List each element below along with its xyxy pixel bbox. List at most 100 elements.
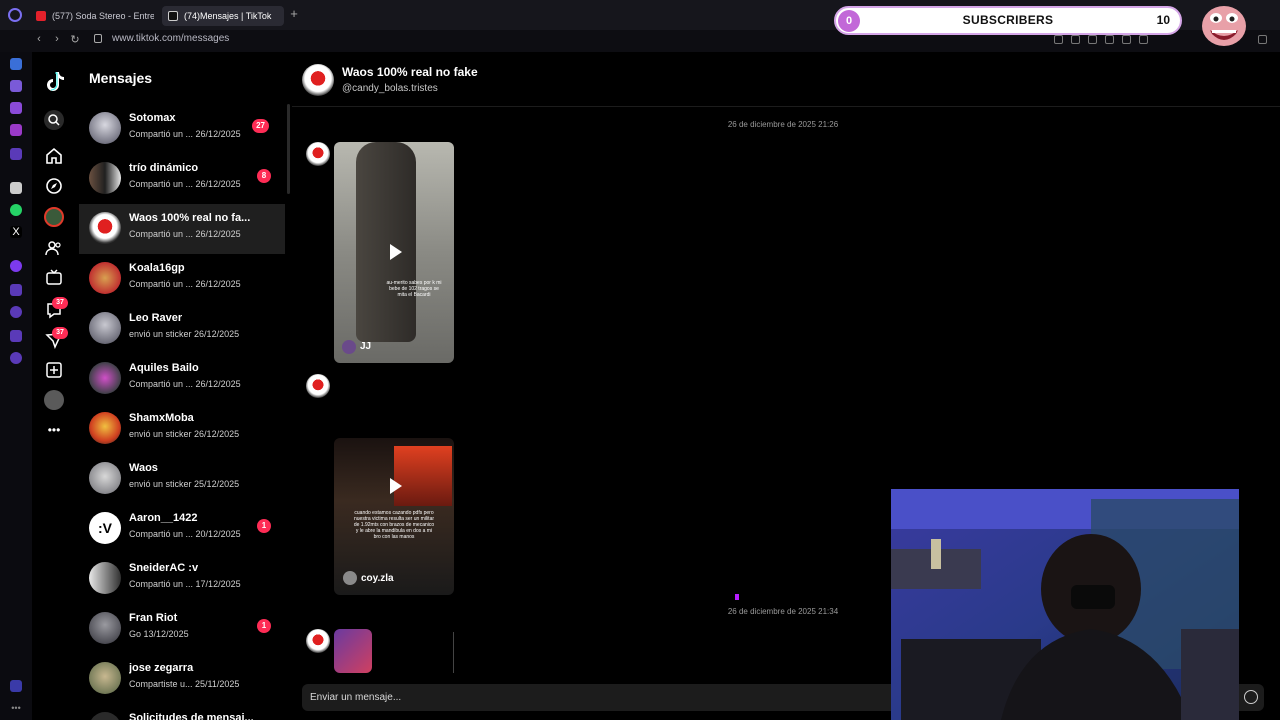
more-icon[interactable]: ••• (44, 420, 64, 440)
extension-icon[interactable] (10, 102, 22, 114)
conversation-item[interactable]: SneiderAC :v Compartió un ... 17/12/2025 (79, 554, 285, 604)
emoji-icon[interactable] (1244, 690, 1258, 704)
tab-label: (74)Mensajes | TikTok (184, 11, 272, 21)
settings-icon[interactable] (10, 352, 22, 364)
conversation-name: ShamxMoba (129, 412, 194, 424)
shared-video-card[interactable]: au-merito sabes por k mi bebe de 102 tra… (334, 142, 454, 363)
conversation-list: Mensajes Sotomax Compartió un ... 26/12/… (79, 52, 287, 720)
conversation-item[interactable]: jose zegarra Compartiste u... 25/11/2025 (79, 654, 285, 704)
tiktok-nav: 37 37 ••• (32, 52, 78, 720)
play-icon[interactable] (390, 244, 402, 260)
search-icon[interactable] (44, 110, 64, 130)
menu-icon[interactable] (1258, 35, 1267, 44)
conversation-preview: Compartió un ... 17/12/2025 (129, 579, 241, 589)
tiktok-logo-icon[interactable] (44, 70, 66, 92)
tab-youtube[interactable]: (577) Soda Stereo - Entre (30, 6, 154, 26)
cube-icon[interactable] (10, 330, 22, 342)
conversation-preview: Compartió un ... 20/12/2025 (129, 529, 241, 539)
home-icon[interactable] (44, 146, 64, 166)
conversation-item-active[interactable]: Waos 100% real no fa... Compartió un ...… (79, 204, 285, 254)
conversation-preview: envió un sticker 26/12/2025 (129, 329, 240, 339)
new-tab-button[interactable]: + (288, 7, 300, 20)
conversation-item[interactable]: trío dinámico Compartió un ... 26/12/202… (79, 154, 285, 204)
conversation-item[interactable]: Koala16gp Compartió un ... 26/12/2025 (79, 254, 285, 304)
avatar (89, 612, 121, 644)
notification-badge: 37 (52, 297, 68, 309)
sender-avatar (306, 629, 330, 653)
shared-media-thumbnail[interactable] (334, 629, 372, 673)
url-field[interactable]: www.tiktok.com/messages (112, 33, 229, 44)
conversation-name: trío dinámico (129, 162, 199, 174)
author-avatar (343, 571, 357, 585)
extension-icon[interactable] (1088, 35, 1097, 44)
conversation-preview: Compartió un ... 26/12/2025 (129, 179, 241, 189)
pin-icon[interactable] (10, 284, 22, 296)
friends-icon[interactable] (44, 238, 64, 258)
conversation-item[interactable]: :V Aaron__1422 Compartió un ... 20/12/20… (79, 504, 285, 554)
conversation-preview: envió un sticker 26/12/2025 (129, 429, 240, 439)
conversation-item[interactable]: Aquiles Bailo Compartió un ... 26/12/202… (79, 354, 285, 404)
reload-icon[interactable]: ↻ (68, 33, 82, 46)
conversation-name: Sotomax (129, 112, 176, 124)
scrollbar[interactable] (287, 104, 290, 194)
whatsapp-icon[interactable] (10, 204, 22, 216)
chat-title[interactable]: Waos 100% real no fake (342, 65, 478, 79)
extension-icon[interactable] (10, 80, 22, 92)
tab-tiktok-messages[interactable]: (74)Mensajes | TikTok (162, 6, 284, 26)
profile-avatar-icon[interactable] (44, 390, 64, 410)
extension-icon[interactable] (10, 58, 22, 70)
video-caption: au-merito sabes por k mi bebe de 102 tra… (386, 280, 442, 298)
conversation-name: Waos (129, 462, 158, 474)
shared-video-card[interactable]: cuando estamos cazando pdfs pero nuestra… (334, 438, 454, 595)
x-icon[interactable]: X (10, 226, 22, 238)
video-caption: cuando estamos cazando pdfs pero nuestra… (353, 510, 435, 540)
extension-icon[interactable] (1105, 35, 1114, 44)
mouse-cursor (735, 594, 739, 600)
conversation-item[interactable]: ShamxMoba envió un sticker 26/12/2025 (79, 404, 285, 454)
avatar (89, 212, 121, 244)
conversation-item-requests[interactable]: Solicitudes de mensaj... (79, 704, 285, 720)
message-input[interactable] (310, 684, 870, 711)
back-icon[interactable]: ‹ (32, 33, 46, 45)
forward-icon[interactable]: › (50, 33, 64, 45)
conversation-name: Aaron__1422 (129, 512, 198, 524)
chat-handle[interactable]: @candy_bolas.tristes (342, 83, 438, 94)
conversation-item[interactable]: Sotomax Compartió un ... 26/12/2025 27 (79, 104, 285, 154)
conversation-preview: envió un sticker 25/12/2025 (129, 479, 240, 489)
extension-icon[interactable] (1071, 35, 1080, 44)
avatar (89, 412, 121, 444)
avatar (89, 662, 121, 694)
play-icon[interactable] (390, 478, 402, 494)
following-avatar-icon[interactable] (44, 207, 64, 227)
message-timestamp: 26 de diciembre de 2025 21:26 (727, 120, 839, 129)
explore-icon[interactable] (44, 176, 64, 196)
conversation-item[interactable]: Waos envió un sticker 25/12/2025 (79, 454, 285, 504)
avatar (89, 362, 121, 394)
live-icon[interactable] (44, 268, 64, 288)
notification-badge: 37 (52, 327, 68, 339)
tab-label: (577) Soda Stereo - Entre (52, 11, 154, 21)
avatar (89, 312, 121, 344)
unread-badge: 1 (257, 519, 271, 533)
conversation-item[interactable]: Leo Raver envió un sticker 26/12/2025 (79, 304, 285, 354)
extension-icon[interactable] (1122, 35, 1131, 44)
extension-icon[interactable] (10, 680, 22, 692)
history-icon[interactable] (10, 306, 22, 318)
avatar (89, 462, 121, 494)
more-icon[interactable]: ••• (10, 702, 22, 714)
extension-icon[interactable] (1054, 35, 1063, 44)
messenger-icon[interactable] (10, 260, 22, 272)
tiktok-icon (168, 11, 178, 21)
requests-icon (89, 712, 121, 720)
upload-icon[interactable] (44, 360, 64, 380)
message-timestamp: 26 de diciembre de 2025 21:34 (727, 607, 839, 616)
author-avatar (342, 340, 356, 354)
heart-icon[interactable] (1139, 35, 1148, 44)
chat-avatar[interactable] (302, 64, 334, 96)
chat-header (292, 52, 1280, 107)
conversation-item[interactable]: Fran Riot Go 13/12/2025 1 (79, 604, 285, 654)
extension-icon[interactable] (10, 148, 22, 160)
extension-icon[interactable] (10, 124, 22, 136)
aria-icon[interactable] (10, 182, 22, 194)
opera-logo-icon[interactable] (8, 8, 22, 22)
